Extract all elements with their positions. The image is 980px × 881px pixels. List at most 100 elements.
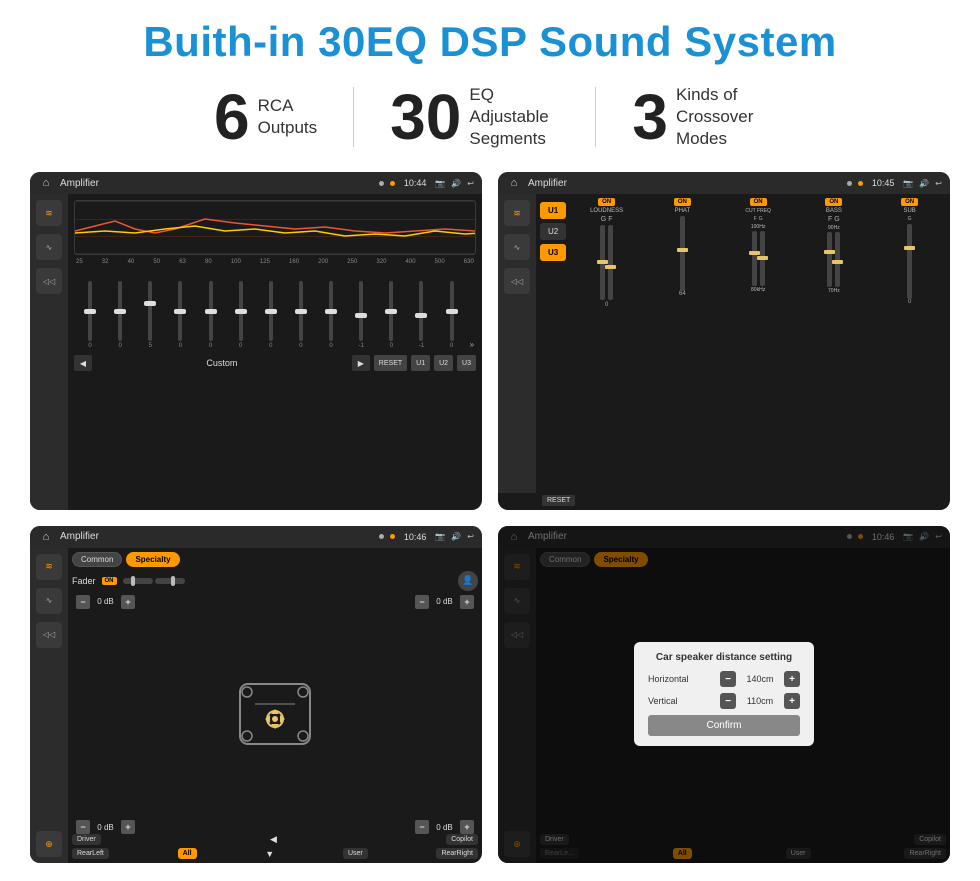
- expand-arrows[interactable]: »: [470, 340, 474, 349]
- fader-thumb-2[interactable]: [171, 576, 175, 586]
- eq-volume-btn-2[interactable]: ◁◁: [504, 268, 530, 294]
- slider-thumb[interactable]: [325, 309, 337, 314]
- back-icon-3[interactable]: ↩: [467, 532, 474, 541]
- next-btn[interactable]: ▶: [352, 355, 370, 371]
- tab-common[interactable]: Common: [72, 552, 122, 567]
- slider-thumb[interactable]: [446, 309, 458, 314]
- fader-track-1[interactable]: [123, 578, 153, 584]
- copilot-btn[interactable]: Copilot: [446, 834, 478, 845]
- slider-track[interactable]: [148, 281, 152, 341]
- slider-thumb[interactable]: [235, 309, 247, 314]
- slider-track[interactable]: [239, 281, 243, 341]
- b-thumb1[interactable]: [824, 250, 835, 254]
- b-thumb2[interactable]: [832, 260, 843, 264]
- reset-btn-eq[interactable]: RESET: [374, 355, 407, 371]
- b-track2[interactable]: [835, 232, 840, 287]
- cam-icon-2: 📷: [903, 179, 913, 188]
- tab-specialty[interactable]: Specialty: [126, 552, 179, 567]
- home-icon-1[interactable]: ⌂: [38, 175, 54, 191]
- driver-btn[interactable]: Driver: [72, 834, 101, 845]
- db-plus-tl[interactable]: +: [121, 595, 135, 609]
- eq-filter-btn-3[interactable]: ≋: [36, 554, 62, 580]
- horizontal-plus[interactable]: +: [784, 671, 800, 687]
- user-avatar-3: 👤: [458, 571, 478, 591]
- slider-track[interactable]: [359, 281, 363, 341]
- db-minus-bl[interactable]: −: [76, 820, 90, 834]
- slider-track[interactable]: [269, 281, 273, 341]
- eq-filter-btn-2[interactable]: ≋: [504, 200, 530, 226]
- slider-thumb[interactable]: [174, 309, 186, 314]
- modal-title: Car speaker distance setting: [648, 652, 800, 663]
- reset-btn-amp2[interactable]: RESET: [542, 495, 575, 506]
- fader-track-2[interactable]: [155, 578, 185, 584]
- u2-inactive-btn[interactable]: U2: [540, 223, 566, 240]
- slider-track[interactable]: [118, 281, 122, 341]
- ls-track2[interactable]: [608, 225, 613, 300]
- db-minus-tr[interactable]: −: [415, 595, 429, 609]
- u1-active-btn[interactable]: U1: [540, 202, 566, 219]
- cf-track1[interactable]: [752, 231, 757, 286]
- eq-volume-btn[interactable]: ◁◁: [36, 268, 62, 294]
- cf-thumb1[interactable]: [749, 251, 760, 255]
- slider-thumb[interactable]: [114, 309, 126, 314]
- slider-thumb[interactable]: [84, 309, 96, 314]
- rearleft-btn[interactable]: RearLeft: [72, 848, 109, 859]
- db-plus-br[interactable]: +: [460, 820, 474, 834]
- slider-thumb[interactable]: [265, 309, 277, 314]
- slider-thumb[interactable]: [144, 301, 156, 306]
- back-icon-2[interactable]: ↩: [935, 179, 942, 188]
- slider-thumb[interactable]: [205, 309, 217, 314]
- slider-track[interactable]: [178, 281, 182, 341]
- slider-track[interactable]: [329, 281, 333, 341]
- slider-thumb[interactable]: [385, 309, 397, 314]
- slider-track[interactable]: [450, 281, 454, 341]
- expand-btn-3[interactable]: ⊕: [36, 831, 62, 857]
- u3-btn[interactable]: U3: [457, 355, 476, 371]
- eq-wave-btn-3[interactable]: ∿: [36, 588, 62, 614]
- horizontal-minus[interactable]: −: [720, 671, 736, 687]
- slider-track[interactable]: [299, 281, 303, 341]
- stat-label-crossover: Kinds ofCrossover Modes: [676, 84, 766, 150]
- cf-thumb2[interactable]: [757, 256, 768, 260]
- sub-thumb[interactable]: [904, 246, 915, 250]
- user-btn[interactable]: User: [343, 848, 368, 859]
- rearright-btn[interactable]: RearRight: [436, 848, 478, 859]
- eq-filter-btn[interactable]: ≋: [36, 200, 62, 226]
- vertical-minus[interactable]: −: [720, 693, 736, 709]
- eq-wave-btn-2[interactable]: ∿: [504, 234, 530, 260]
- db-minus-br[interactable]: −: [415, 820, 429, 834]
- u3-btn-amp2[interactable]: U3: [540, 244, 566, 261]
- vertical-plus[interactable]: +: [784, 693, 800, 709]
- prev-btn[interactable]: ◀: [74, 355, 92, 371]
- slider-track[interactable]: [419, 281, 423, 341]
- sub-track[interactable]: [907, 224, 912, 299]
- slider-track[interactable]: [209, 281, 213, 341]
- eq-wave-btn[interactable]: ∿: [36, 234, 62, 260]
- ls-thumb2[interactable]: [605, 265, 616, 269]
- slider-thumb[interactable]: [355, 313, 367, 318]
- slider-thumb[interactable]: [415, 313, 427, 318]
- eq-slider-3: 5: [136, 281, 164, 349]
- fader-thumb-1[interactable]: [131, 576, 135, 586]
- status-bar-3: ⌂ Amplifier 10:46 📷 🔊 ↩: [30, 526, 482, 548]
- ls-track1[interactable]: [600, 225, 605, 300]
- phat-thumb[interactable]: [677, 248, 688, 252]
- eq-volume-btn-3[interactable]: ◁◁: [36, 622, 62, 648]
- slider-thumb[interactable]: [295, 309, 307, 314]
- home-icon-3[interactable]: ⌂: [38, 529, 54, 545]
- all-btn[interactable]: All: [178, 848, 197, 859]
- slider-track[interactable]: [389, 281, 393, 341]
- confirm-button[interactable]: Confirm: [648, 715, 800, 736]
- eq-graph: [74, 200, 476, 255]
- db-plus-bl[interactable]: +: [121, 820, 135, 834]
- u2-btn[interactable]: U2: [434, 355, 453, 371]
- phat-track[interactable]: [680, 216, 685, 291]
- cf-track2[interactable]: [760, 231, 765, 286]
- db-minus-tl[interactable]: −: [76, 595, 90, 609]
- ls-thumb1[interactable]: [597, 260, 608, 264]
- db-plus-tr[interactable]: +: [460, 595, 474, 609]
- u1-btn[interactable]: U1: [411, 355, 430, 371]
- home-icon-2[interactable]: ⌂: [506, 175, 522, 191]
- slider-track[interactable]: [88, 281, 92, 341]
- back-icon-1[interactable]: ↩: [467, 179, 474, 188]
